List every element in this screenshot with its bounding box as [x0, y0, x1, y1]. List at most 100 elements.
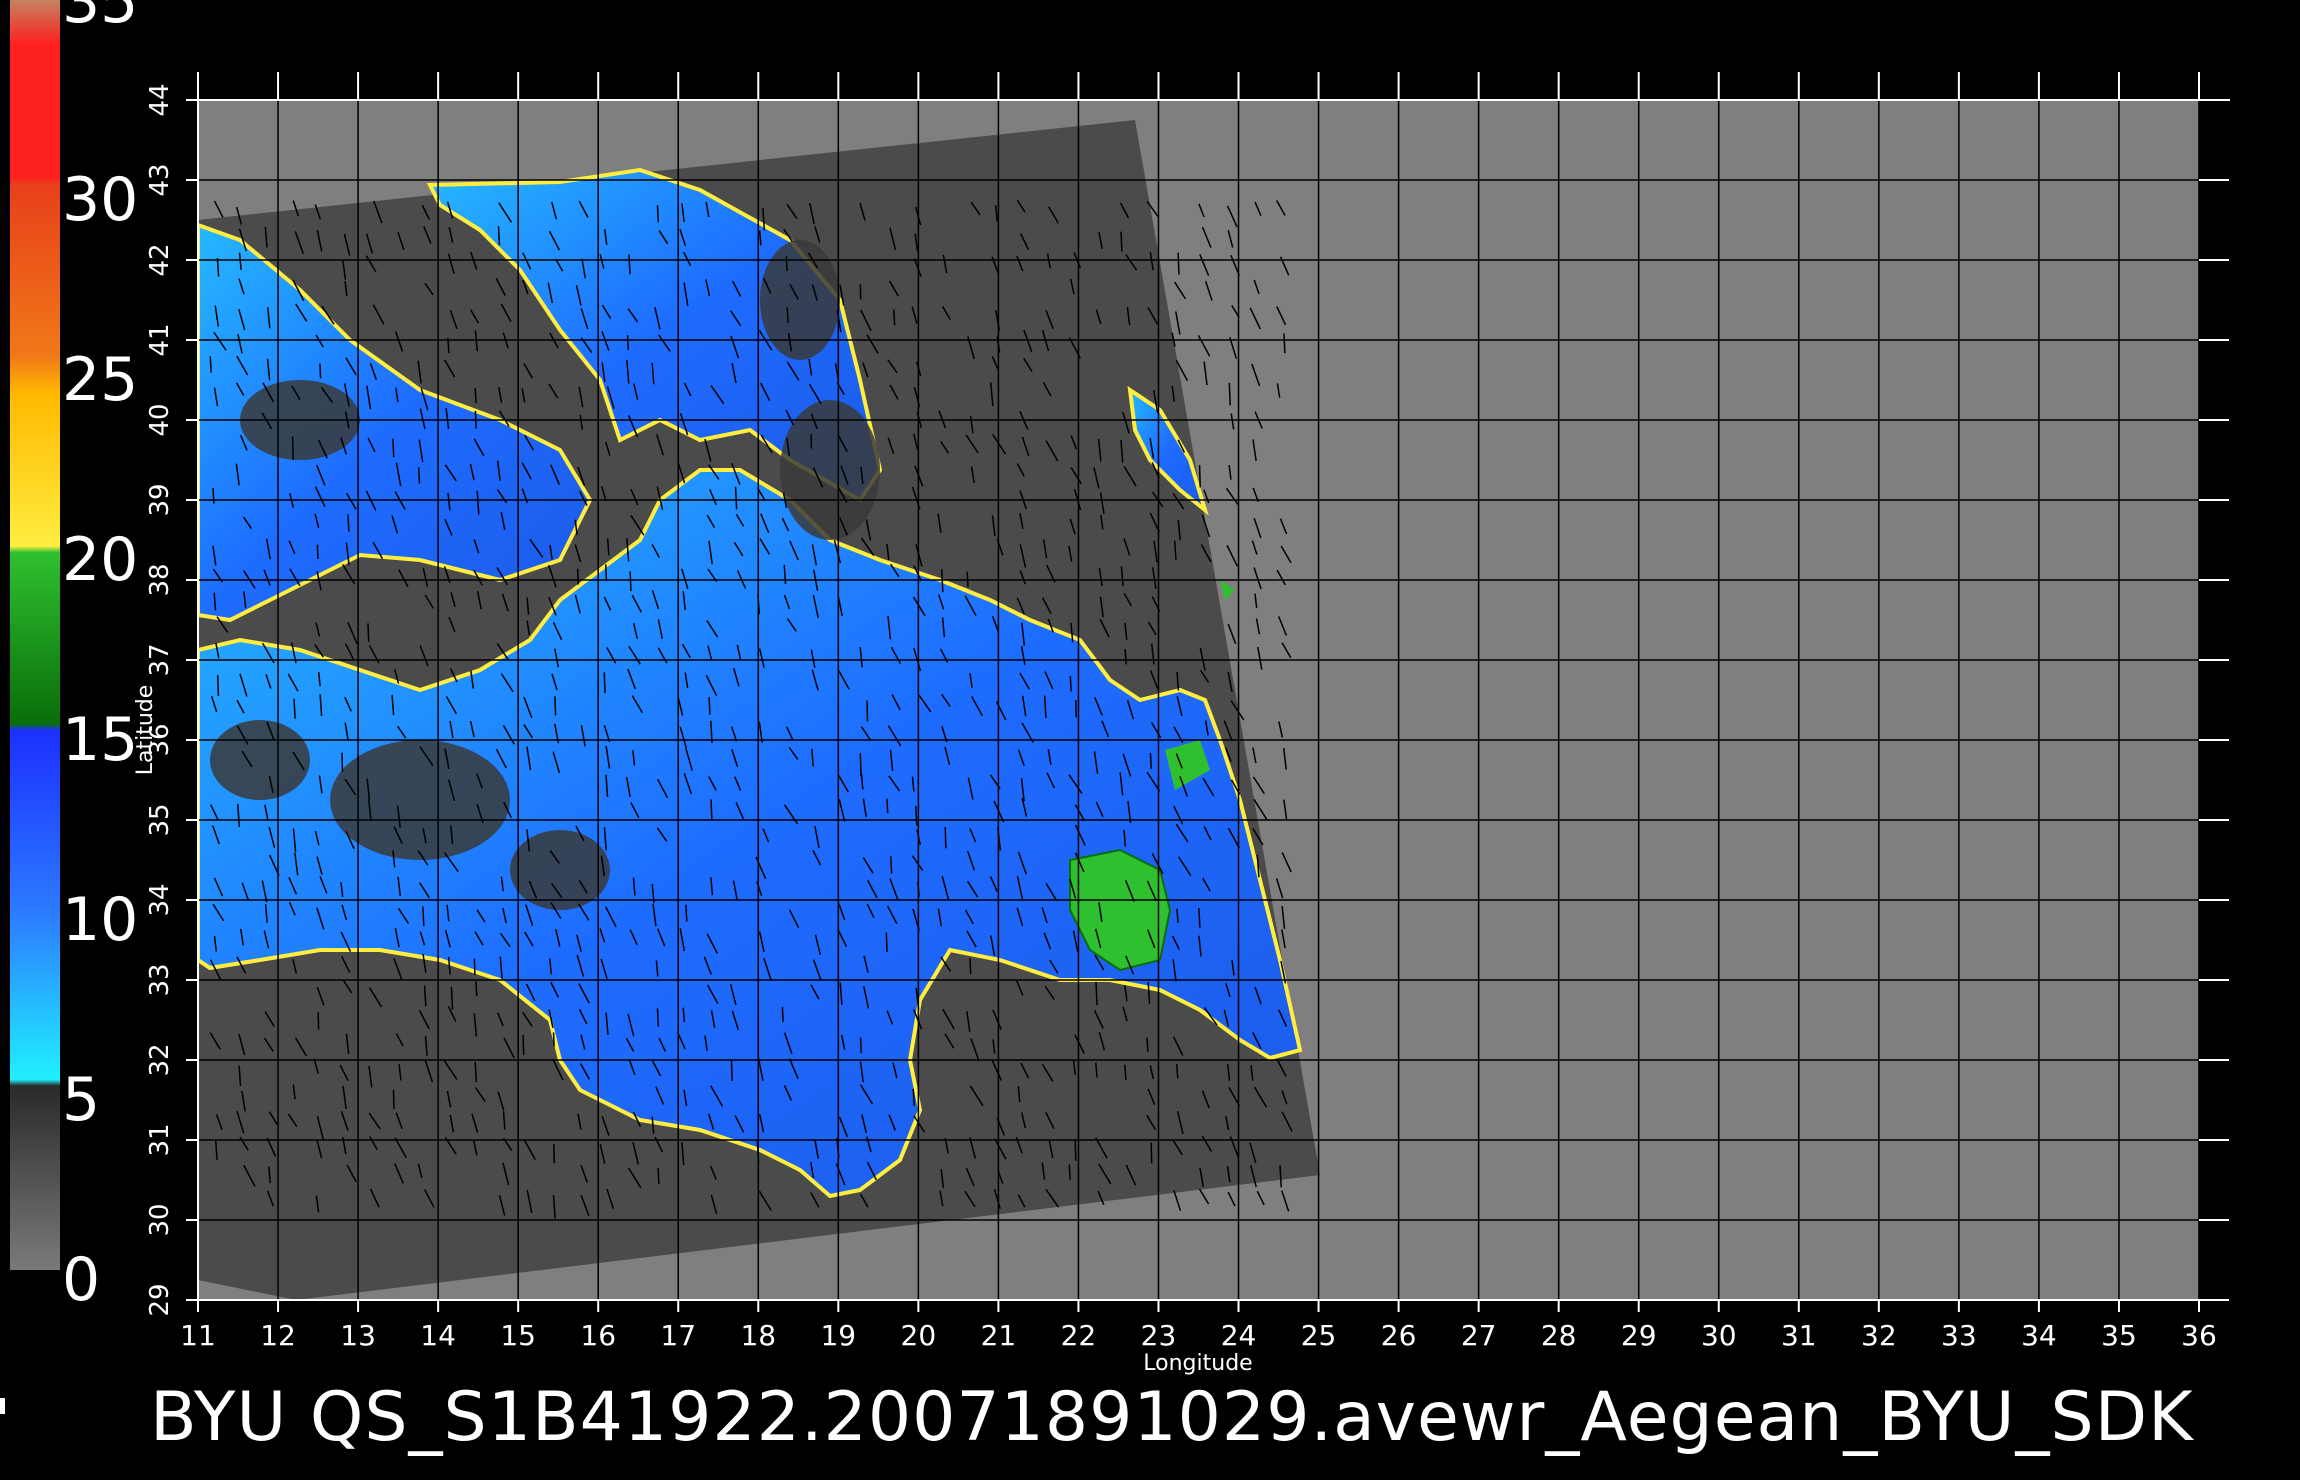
- lon-tick-label: 35: [2101, 1319, 2137, 1352]
- lon-tick-label: 26: [1381, 1319, 1417, 1352]
- wind-vector: [626, 335, 630, 351]
- lon-tick-label: 29: [1621, 1319, 1657, 1352]
- wind-vector: [212, 488, 215, 504]
- colorbar: [10, 0, 60, 1270]
- wind-vector: [293, 698, 296, 719]
- lat-tick-label: 33: [145, 963, 175, 996]
- lat-tick-label: 35: [145, 803, 175, 836]
- lon-tick-label: 12: [260, 1319, 296, 1352]
- lat-tick-label: 43: [145, 163, 175, 196]
- wind-vector: [628, 254, 631, 275]
- wind-vector: [367, 623, 370, 642]
- wind-vector: [786, 307, 789, 324]
- wind-vector: [1120, 231, 1123, 252]
- wind-vector: [553, 1143, 556, 1164]
- wind-vector: [474, 388, 477, 404]
- wind-vector: [890, 856, 893, 874]
- wind-vector: [1177, 252, 1180, 275]
- wind-vector: [1069, 675, 1072, 692]
- wind-vector: [785, 256, 788, 272]
- lon-tick-label: 24: [1221, 1319, 1257, 1352]
- colorbar-labels: 35 30 25 20 15 10 5 0: [62, 0, 138, 1315]
- wind-vector: [1124, 649, 1127, 665]
- lat-tick-label: 44: [145, 83, 175, 116]
- wind-vector: [422, 906, 425, 927]
- wind-vector: [474, 1061, 478, 1083]
- wind-vector: [629, 571, 632, 592]
- wind-vector: [892, 309, 896, 326]
- lon-tick-label: 22: [1061, 1319, 1097, 1352]
- wind-vector: [859, 753, 862, 777]
- wind-vector: [341, 752, 344, 772]
- wind-vector: [657, 1167, 660, 1184]
- lat-tick-label: 39: [145, 483, 175, 516]
- wind-vector: [859, 1037, 862, 1054]
- wind-vector: [347, 514, 350, 532]
- wind-vector: [554, 696, 557, 716]
- lon-tick-label: 19: [820, 1319, 856, 1352]
- lat-tick-label: 31: [145, 1123, 175, 1156]
- wind-vector: [1198, 907, 1201, 928]
- colorbar-label: 20: [62, 525, 138, 595]
- colorbar-label: 25: [62, 345, 138, 415]
- wind-vector: [1074, 1140, 1077, 1161]
- lon-tick-label: 18: [740, 1319, 776, 1352]
- wind-vector: [734, 486, 738, 510]
- wind-vector: [319, 363, 322, 379]
- wind-vector: [1146, 1037, 1149, 1052]
- colorbar-label: 0: [62, 1245, 100, 1315]
- lat-tick-label: 38: [145, 563, 175, 596]
- colorbar-label: 5: [62, 1065, 100, 1135]
- lat-tick-label: 40: [145, 403, 175, 436]
- lon-tick-label: 28: [1541, 1319, 1577, 1352]
- wind-vector: [886, 798, 889, 814]
- wind-vector: [552, 1032, 555, 1047]
- lat-tick-label: 34: [145, 883, 175, 916]
- lat-tick-label: 30: [145, 1203, 175, 1236]
- lon-tick-label: 17: [660, 1319, 696, 1352]
- lon-tick-label: 20: [901, 1319, 937, 1352]
- lat-tick-label: 32: [145, 1043, 175, 1076]
- lat-tick-label: 41: [145, 323, 175, 356]
- lon-tick-label: 23: [1141, 1319, 1177, 1352]
- lon-tick-label: 36: [2181, 1319, 2217, 1352]
- y-axis-label: Latitude: [133, 685, 158, 776]
- lat-tick-label: 37: [145, 643, 175, 676]
- wind-vector: [656, 205, 660, 223]
- wind-vector: [656, 1008, 660, 1027]
- wind-vector: [708, 696, 711, 715]
- wind-vector: [1149, 752, 1153, 770]
- lon-tick-label: 31: [1781, 1319, 1817, 1352]
- wind-vector: [969, 958, 972, 975]
- plot-area: [198, 100, 2199, 1300]
- colorbar-label: 10: [62, 885, 138, 955]
- lat-tick-label: 29: [145, 1283, 175, 1316]
- wind-vector: [1228, 382, 1231, 406]
- wind-vector: [497, 226, 501, 246]
- wind-vector: [710, 799, 713, 820]
- wind-vector: [473, 958, 476, 975]
- image-title: BYU QS_S1B41922.20071891029.avewr_Aegean…: [150, 1378, 2194, 1457]
- lon-tick-label: 21: [981, 1319, 1017, 1352]
- lon-tick-label: 25: [1301, 1319, 1337, 1352]
- lon-tick-label: 33: [1941, 1319, 1977, 1352]
- wind-vector: [392, 1089, 395, 1110]
- wind-vector: [291, 436, 294, 461]
- wind-vector: [781, 1007, 784, 1023]
- wind-vector: [1198, 464, 1201, 488]
- lon-tick-label: 32: [1861, 1319, 1897, 1352]
- wind-vector: [944, 827, 947, 849]
- lon-tick-label: 11: [180, 1319, 216, 1352]
- wind-vector: [912, 1088, 915, 1106]
- wind-vector: [685, 904, 688, 922]
- lon-tick-label: 30: [1701, 1319, 1737, 1352]
- wind-vector: [1068, 1164, 1071, 1181]
- map-viewer: 35 30 25 20 15 10 5 0 11 12 13 14 15 16 …: [0, 0, 2300, 1480]
- lon-tick-label: 16: [580, 1319, 616, 1352]
- lon-tick-label: 34: [2021, 1319, 2057, 1352]
- wind-vector: [1095, 981, 1098, 1006]
- wind-vector: [216, 675, 220, 696]
- wind-vector: [417, 467, 421, 484]
- colorbar-label: 35: [62, 0, 138, 37]
- lat-tick-label: 42: [145, 243, 175, 276]
